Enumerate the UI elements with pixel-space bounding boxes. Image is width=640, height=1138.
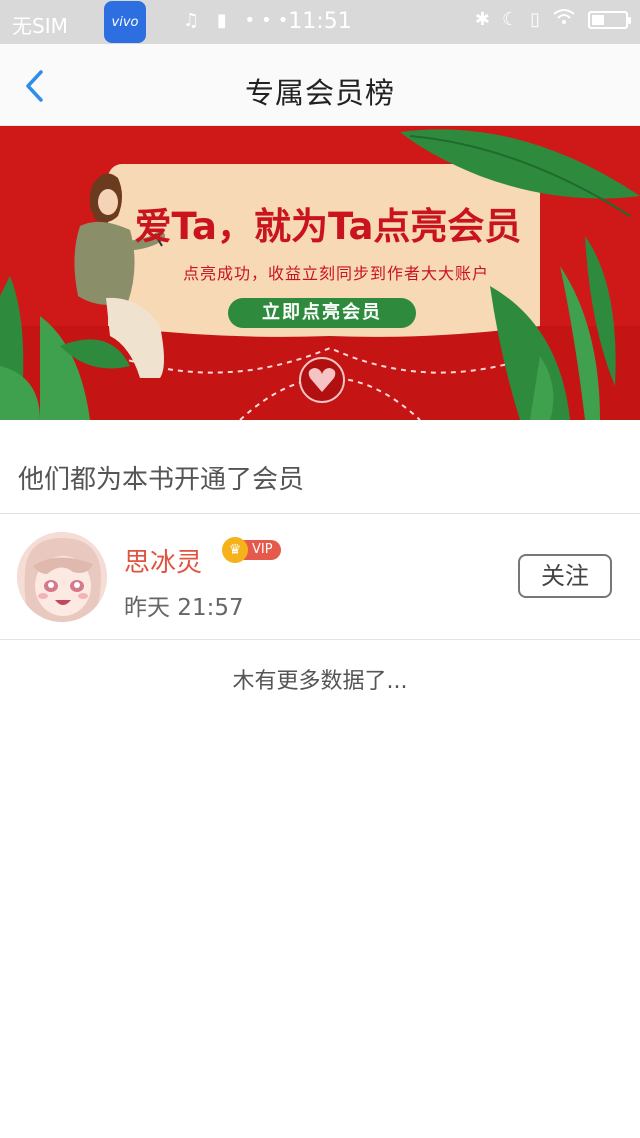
battery-icon [588,10,631,29]
anime-avatar-icon [17,532,107,622]
vip-badge: ♛ VIP [222,536,281,564]
wifi-icon [552,8,576,31]
banner-headline: 爱Ta，就为Ta点亮会员 [134,205,522,248]
nav-bar: 专属会员榜 [0,44,640,126]
bluetooth-icon: ✱ [474,9,490,30]
divider [0,639,640,640]
no-more-data-text: 木有更多数据了... [232,669,408,694]
status-bar: 无SIM vivo ♫ ▮ ••• 11:51 ✱ ☾ ▯ [0,0,640,44]
light-up-member-button[interactable]: 立即点亮会员 [228,298,416,328]
banner-subtitle: 点亮成功，收益立刻同步到作者大大账户 [182,264,489,283]
moon-icon: ☾ [501,9,519,30]
avatar[interactable] [17,532,107,622]
system-icons: ✱ ☾ ▯ [474,8,631,31]
crown-icon: ♛ [222,537,248,563]
page-title: 专属会员榜 [244,76,395,110]
member-name[interactable]: 思冰灵 [124,542,202,579]
follow-button[interactable]: 关注 [518,554,612,598]
vibrate-icon: ▯ [530,9,540,30]
promo-banner[interactable]: 爱Ta，就为Ta点亮会员 点亮成功，收益立刻同步到作者大大账户 立即点亮会员 [0,126,640,420]
list-item[interactable]: 思冰灵 ♛ VIP 昨天 21:57 关注 [0,514,640,640]
section-title: 他们都为本书开通了会员 [18,465,305,495]
member-time: 昨天 21:57 [124,595,244,621]
